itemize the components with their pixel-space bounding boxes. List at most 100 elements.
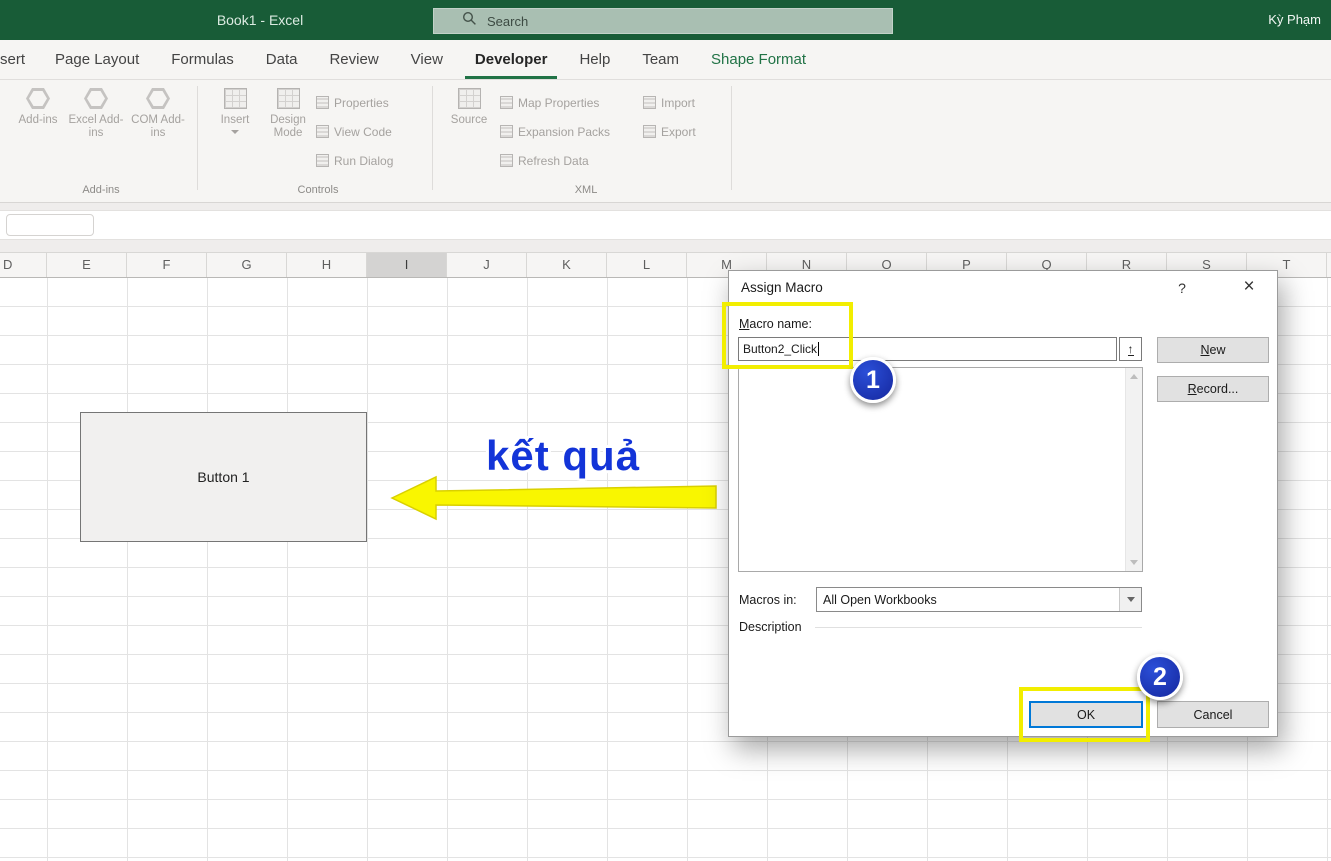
export-label: Export (661, 125, 696, 139)
properties-icon (316, 96, 329, 109)
help-button[interactable]: ? (1165, 271, 1199, 305)
column-header-L[interactable]: L (607, 253, 687, 277)
ribbon-tab-row: sertPage LayoutFormulasDataReviewViewDev… (0, 40, 1331, 80)
com-add-ins-label: COM Add-ins (130, 114, 186, 140)
search-box[interactable]: Search (433, 8, 893, 34)
column-header-H[interactable]: H (287, 253, 367, 277)
group-label-addins: Add-ins (6, 184, 196, 196)
macros-in-label: Macros in: (739, 593, 797, 607)
expansion-packs-button[interactable]: Expansion Packs (500, 122, 610, 141)
group-label-controls: Controls (204, 184, 432, 196)
step-2-badge: 2 (1137, 654, 1183, 700)
view-code-label: View Code (334, 125, 392, 139)
excel-add-ins-label: Excel Add-ins (68, 114, 124, 140)
ribbon: Add-ins Excel Add-ins COM Add-ins Add-in… (0, 80, 1331, 203)
ribbon-group-xml: Source Map Properties Expansion Packs Re… (440, 84, 732, 198)
run-dialog-button[interactable]: Run Dialog (316, 151, 393, 170)
properties-label: Properties (334, 96, 389, 110)
record-button[interactable]: Record... (1157, 376, 1269, 402)
formula-bar-strip (0, 203, 1331, 252)
group-divider (432, 86, 433, 190)
sheet-button1[interactable]: Button 1 (80, 412, 367, 542)
dialog-titlebar[interactable]: Assign Macro ? × (729, 271, 1277, 305)
user-name[interactable]: Kỳ Phạm (1268, 0, 1321, 40)
macros-in-value: All Open Workbooks (817, 593, 1119, 607)
description-divider (815, 627, 1142, 628)
highlight-macro-name (722, 302, 853, 369)
new-button[interactable]: New (1157, 337, 1269, 363)
insert-control-button[interactable]: Insert (212, 88, 258, 134)
group-divider (731, 86, 732, 190)
record-button-rest: ecord... (1197, 382, 1239, 396)
column-header-J[interactable]: J (447, 253, 527, 277)
design-mode-icon (277, 88, 300, 109)
name-box[interactable] (6, 214, 94, 236)
collapse-dialog-button[interactable]: ↑ (1119, 337, 1142, 361)
listbox-scrollbar[interactable] (1125, 368, 1142, 571)
xml-source-icon (458, 88, 481, 109)
tab-data[interactable]: Data (250, 40, 314, 79)
insert-control-label: Insert (221, 114, 250, 127)
macro-listbox[interactable] (738, 367, 1143, 572)
design-mode-button[interactable]: Design Mode (262, 88, 314, 140)
group-label-xml: XML (440, 184, 732, 196)
chevron-down-icon (231, 130, 239, 134)
excel-add-ins-icon (84, 88, 108, 109)
expansion-packs-label: Expansion Packs (518, 125, 610, 139)
tab-shape-format[interactable]: Shape Format (695, 40, 822, 79)
column-header-F[interactable]: F (127, 253, 207, 277)
tab-formulas[interactable]: Formulas (155, 40, 250, 79)
search-placeholder: Search (487, 14, 528, 29)
new-button-rest: ew (1210, 343, 1226, 357)
map-properties-button[interactable]: Map Properties (500, 93, 610, 112)
step-1-badge: 1 (850, 357, 896, 403)
dialog-title: Assign Macro (741, 271, 823, 305)
import-label: Import (661, 96, 695, 110)
close-icon[interactable]: × (1227, 271, 1271, 305)
com-add-ins-icon (146, 88, 170, 109)
tab-team[interactable]: Team (626, 40, 695, 79)
scroll-up-button[interactable] (1126, 368, 1142, 385)
export-button[interactable]: Export (643, 122, 696, 141)
run-dialog-icon (316, 154, 329, 167)
import-button[interactable]: Import (643, 93, 696, 112)
result-annotation-text: kết quả (486, 432, 640, 480)
view-code-button[interactable]: View Code (316, 122, 393, 141)
expansion-packs-icon (500, 125, 513, 138)
cancel-button[interactable]: Cancel (1157, 701, 1269, 728)
map-properties-label: Map Properties (518, 96, 599, 110)
column-header-E[interactable]: E (47, 253, 127, 277)
insert-control-icon (224, 88, 247, 109)
column-header-D[interactable]: D (0, 253, 47, 277)
column-header-I[interactable]: I (367, 253, 447, 277)
tab-developer[interactable]: Developer (459, 40, 564, 79)
view-code-icon (316, 125, 329, 138)
tab-page-layout[interactable]: Page Layout (39, 40, 155, 79)
properties-button[interactable]: Properties (316, 93, 393, 112)
search-icon (462, 11, 477, 31)
tab-view[interactable]: View (395, 40, 459, 79)
com-add-ins-button[interactable]: COM Add-ins (130, 88, 186, 140)
scroll-down-button[interactable] (1126, 554, 1142, 571)
record-button-mnemonic: R (1188, 382, 1197, 396)
step-1-number: 1 (866, 366, 880, 395)
xml-source-button[interactable]: Source (446, 88, 492, 127)
refresh-data-button[interactable]: Refresh Data (500, 151, 610, 170)
tab-review[interactable]: Review (313, 40, 394, 79)
result-arrow (388, 474, 720, 522)
excel-add-ins-button[interactable]: Excel Add-ins (68, 88, 124, 140)
formula-bar[interactable] (0, 210, 1331, 240)
excel-window: Book1 - Excel Search Kỳ Phạm sertPage La… (0, 0, 1331, 861)
add-ins-icon (26, 88, 50, 109)
tab-sert[interactable]: sert (0, 40, 39, 79)
refresh-data-label: Refresh Data (518, 154, 589, 168)
dropdown-arrow-icon (1127, 597, 1135, 602)
refresh-data-icon (500, 154, 513, 167)
add-ins-button[interactable]: Add-ins (14, 88, 62, 127)
tab-help[interactable]: Help (563, 40, 626, 79)
column-header-G[interactable]: G (207, 253, 287, 277)
macros-in-dropdown[interactable]: All Open Workbooks (816, 587, 1142, 612)
dropdown-arrow-button[interactable] (1119, 588, 1141, 611)
scroll-down-icon (1130, 560, 1138, 565)
column-header-K[interactable]: K (527, 253, 607, 277)
